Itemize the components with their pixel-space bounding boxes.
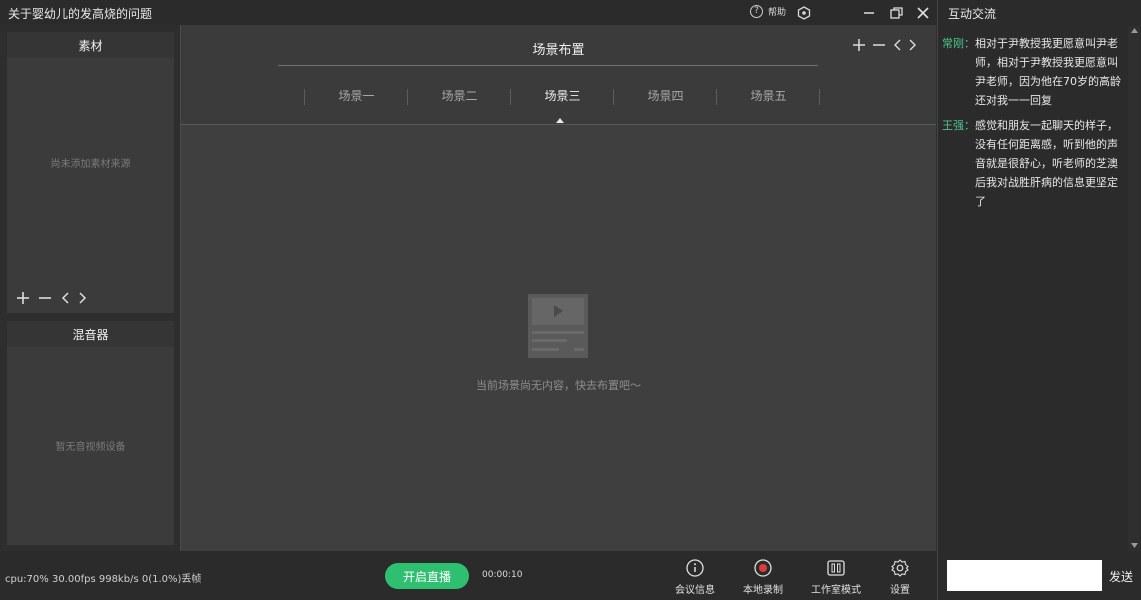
hexagon-gear-icon [797, 6, 811, 20]
info-icon [686, 559, 704, 577]
close-button[interactable] [914, 4, 932, 22]
chat-scrollbar[interactable] [1128, 26, 1140, 551]
meeting-info-label: 会议信息 [675, 585, 715, 596]
minimize-button[interactable] [860, 4, 878, 22]
settings-label: 设置 [890, 585, 910, 596]
app-title: 关于婴幼儿的发高烧的问题 [8, 7, 153, 21]
tab-scene-4[interactable]: 场景四 [614, 87, 717, 104]
mixer-empty-text: 暂无音视频设备 [55, 442, 126, 453]
chat-message-text: 感觉和朋友一起聊天的样子，没有任何距离感，听到他的声音就是很舒心，听老师的芝澳后… [975, 119, 1118, 208]
studio-mode-button[interactable]: 工作室模式 [806, 559, 866, 596]
maximize-button[interactable] [887, 4, 905, 22]
chevron-left-icon[interactable] [893, 39, 901, 51]
local-record-button[interactable]: 本地录制 [736, 559, 790, 596]
chevron-right-icon[interactable] [79, 292, 87, 304]
studio-mode-label: 工作室模式 [811, 585, 861, 596]
help-button[interactable]: ? 帮助 [750, 5, 786, 18]
tab-scene-5[interactable]: 场景五 [717, 87, 820, 104]
tab-scene-3[interactable]: 场景三 [511, 87, 614, 104]
bottom-bar: cpu:70% 30.00fps 998kb/s 0(1.0%)丢帧 开启直播 … [0, 551, 937, 600]
materials-title: 素材 [7, 32, 174, 58]
chat-title: 互动交流 [948, 7, 997, 21]
panel-divider [180, 25, 181, 551]
materials-panel: 素材 尚未添加素材来源 [7, 32, 174, 313]
remove-scene-icon[interactable] [873, 39, 885, 51]
scene-title: 场景布置 [532, 43, 585, 58]
chevron-left-icon[interactable] [61, 292, 69, 304]
close-icon [917, 7, 929, 19]
scroll-down-icon[interactable] [1131, 543, 1138, 548]
chat-input-area: 发送 [937, 551, 1141, 600]
record-icon [754, 559, 772, 577]
settings-button[interactable]: 设置 [880, 559, 920, 596]
live-timer: 00:00:10 [482, 570, 523, 580]
add-icon[interactable] [17, 292, 29, 304]
meeting-info-button[interactable]: 会议信息 [668, 559, 722, 596]
send-button[interactable]: 发送 [1109, 568, 1133, 585]
chat-message: 常刚： 相对于尹教授我更愿意叫尹老师，相对于尹教授我更愿意叫尹老师，因为他在70… [942, 34, 1125, 110]
empty-scene-text: 当前场景尚无内容，快去布置吧～ [476, 379, 641, 392]
chat-message-text: 相对于尹教授我更愿意叫尹老师，相对于尹教授我更愿意叫尹老师，因为他在70岁的高龄… [975, 37, 1121, 107]
empty-scene-video-icon [528, 294, 588, 358]
minimize-icon [864, 12, 874, 14]
start-live-button[interactable]: 开启直播 [385, 563, 469, 589]
scene-toolbar [853, 39, 917, 51]
chat-message-author: 王强： [942, 119, 975, 132]
help-label: 帮助 [768, 8, 787, 18]
materials-toolbar [17, 292, 87, 304]
tab-separator [819, 89, 820, 105]
stream-stats: cpu:70% 30.00fps 998kb/s 0(1.0%)丢帧 [5, 574, 202, 585]
settings-hex-button[interactable] [795, 4, 813, 22]
chat-panel: 互动交流 常刚： 相对于尹教授我更愿意叫尹老师，相对于尹教授我更愿意叫尹老师，因… [937, 0, 1141, 551]
chat-message: 王强： 感觉和朋友一起聊天的样子，没有任何距离感，听到他的声音就是很舒心，听老师… [942, 116, 1125, 211]
chevron-right-icon[interactable] [909, 39, 917, 51]
tab-scene-1[interactable]: 场景一 [305, 87, 408, 104]
mixer-title: 混音器 [7, 321, 174, 347]
tab-scene-2[interactable]: 场景二 [408, 87, 511, 104]
title-bar: 关于婴幼儿的发高烧的问题 ? 帮助 [0, 0, 937, 25]
help-icon: ? [750, 5, 763, 18]
studio-icon [827, 560, 845, 576]
active-tab-caret [556, 118, 564, 123]
chat-messages: 常刚： 相对于尹教授我更愿意叫尹老师，相对于尹教授我更愿意叫尹老师，因为他在70… [942, 34, 1125, 217]
gear-icon [891, 559, 909, 577]
chat-message-input[interactable] [947, 560, 1102, 591]
remove-icon[interactable] [39, 292, 51, 304]
add-scene-icon[interactable] [853, 39, 865, 51]
scroll-up-icon[interactable] [1131, 28, 1138, 33]
chat-message-author: 常刚： [942, 37, 975, 50]
materials-empty-text: 尚未添加素材来源 [50, 159, 131, 170]
scene-header: 场景布置 场景一 场景二 场景三 场景四 场景五 [181, 25, 936, 125]
local-record-label: 本地录制 [743, 585, 783, 596]
mixer-panel: 混音器 暂无音视频设备 [7, 321, 174, 545]
scene-area: 场景布置 场景一 场景二 场景三 场景四 场景五 当前场景尚无内容，快去布置吧～ [181, 25, 936, 551]
restore-icon [889, 7, 903, 19]
scene-title-underline [278, 65, 818, 66]
